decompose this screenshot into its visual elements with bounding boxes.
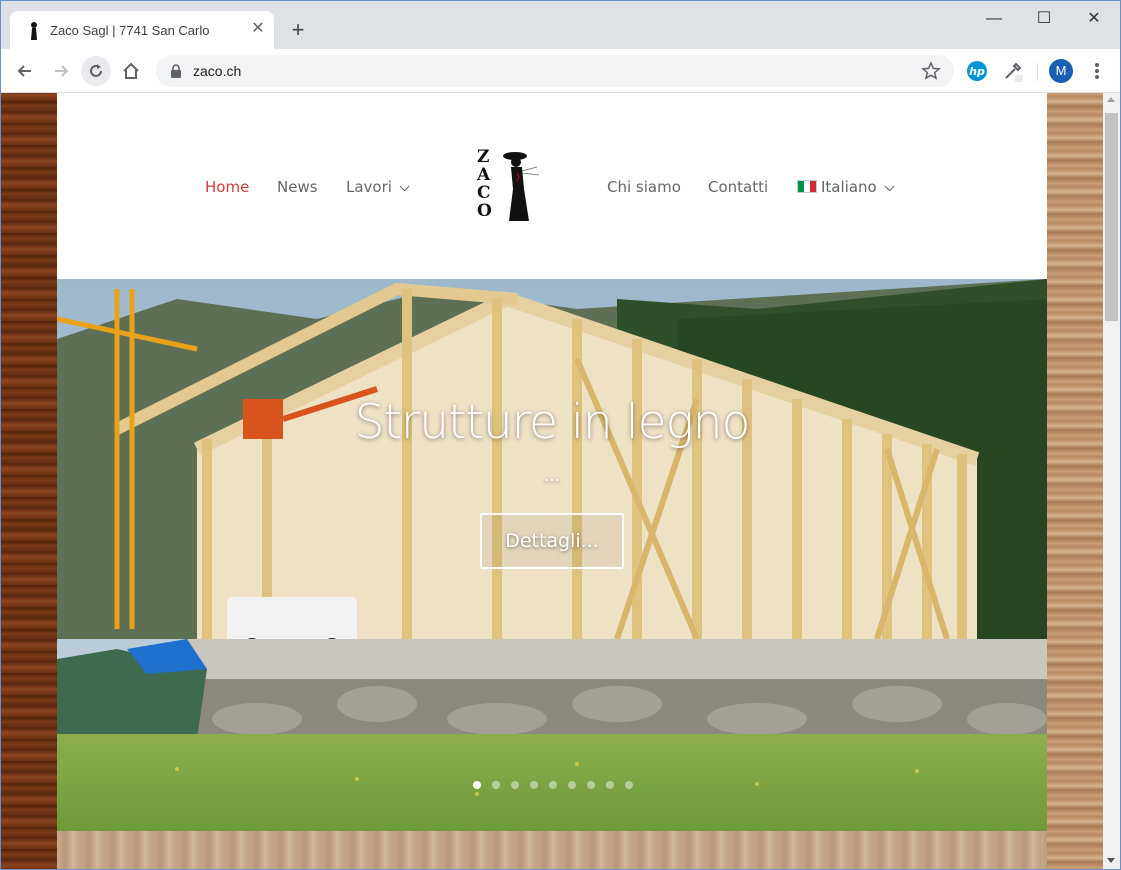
home-button[interactable] <box>116 56 146 86</box>
hp-extension-icon[interactable]: hp <box>966 60 988 82</box>
page-scrollbar[interactable] <box>1103 93 1120 869</box>
nav-lavori-link[interactable]: Lavori <box>346 178 410 196</box>
arrow-left-icon <box>17 65 31 77</box>
slider-dot[interactable] <box>530 781 538 789</box>
logo-figure-icon <box>503 152 540 221</box>
nav-home-link[interactable]: Home <box>205 178 249 196</box>
back-button[interactable] <box>10 56 40 86</box>
tab-title: Zaco Sagl | 7741 San Carlo <box>50 23 210 38</box>
profile-avatar[interactable]: M <box>1049 59 1073 83</box>
logo-letter: A <box>477 165 491 185</box>
eyedropper-extension-icon[interactable] <box>1001 59 1025 83</box>
browser-tab[interactable]: Zaco Sagl | 7741 San Carlo ✕ <box>10 11 274 50</box>
home-icon <box>123 62 139 79</box>
site-logo[interactable]: Z A C O <box>475 147 543 227</box>
nav-contatti-link[interactable]: Contatti <box>708 178 768 196</box>
logo-letter: O <box>477 201 492 221</box>
italy-flag-icon <box>797 180 817 193</box>
more-menu-icon[interactable] <box>1088 59 1106 83</box>
browser-window: Zaco Sagl | 7741 San Carlo ✕ + — ☐ ✕ zac… <box>0 0 1121 870</box>
forward-button[interactable] <box>46 56 76 86</box>
slider-dot[interactable] <box>511 781 519 789</box>
nav-lavori-label: Lavori <box>346 178 392 196</box>
address-bar[interactable]: zaco.ch <box>156 55 954 87</box>
tab-strip: Zaco Sagl | 7741 San Carlo ✕ + — ☐ ✕ <box>1 1 1120 50</box>
site-header: Home News Lavori Z A C O Chi siamo Conta… <box>57 93 1047 279</box>
slider-dot[interactable] <box>606 781 614 789</box>
slider-dot[interactable] <box>492 781 500 789</box>
wood-background-left <box>1 93 57 869</box>
scrollbar-thumb[interactable] <box>1105 113 1118 321</box>
close-window-button[interactable]: ✕ <box>1071 7 1117 31</box>
nav-news-link[interactable]: News <box>277 178 318 196</box>
reload-button[interactable] <box>81 56 111 86</box>
scroll-down-arrow-icon[interactable] <box>1107 858 1115 863</box>
logo-letter: C <box>477 183 491 203</box>
bookmark-star-icon[interactable] <box>921 61 941 81</box>
slider-dot[interactable] <box>549 781 557 789</box>
hero-subtitle: ... <box>543 465 561 486</box>
url-text: zaco.ch <box>193 63 242 79</box>
hero-slider: Strutture in legno ... Dettagli... <box>57 279 1047 831</box>
tab-close-icon[interactable]: ✕ <box>248 19 268 39</box>
nav-chi-siamo-link[interactable]: Chi siamo <box>607 178 681 196</box>
toolbar-separator <box>1037 63 1038 81</box>
arrow-right-icon <box>55 65 69 77</box>
slider-dot[interactable] <box>625 781 633 789</box>
language-label: Italiano <box>821 178 877 196</box>
slider-dot[interactable] <box>568 781 576 789</box>
lock-icon <box>171 64 181 78</box>
browser-toolbar: zaco.ch hp M <box>1 49 1120 93</box>
logo-letter: Z <box>477 147 490 167</box>
hero-details-button[interactable]: Dettagli... <box>480 513 624 569</box>
slider-dot[interactable] <box>587 781 595 789</box>
hero-title: Strutture in legno <box>354 395 751 450</box>
svg-text:hp: hp <box>969 65 985 78</box>
page-viewport: Home News Lavori Z A C O Chi siamo Conta… <box>1 93 1103 869</box>
slider-pagination <box>473 781 643 791</box>
maximize-button[interactable]: ☐ <box>1021 7 1067 31</box>
scroll-up-arrow-icon[interactable] <box>1107 97 1115 102</box>
reload-icon <box>90 64 102 77</box>
chevron-down-icon <box>884 181 895 192</box>
new-tab-button[interactable]: + <box>287 19 309 41</box>
slider-dot[interactable] <box>473 781 481 789</box>
site-favicon-icon <box>31 22 37 40</box>
content-section-start <box>57 831 1047 869</box>
minimize-button[interactable]: — <box>971 7 1017 31</box>
wood-background-right <box>1047 93 1103 869</box>
language-switcher[interactable]: Italiano <box>797 178 895 196</box>
chevron-down-icon <box>399 181 410 192</box>
